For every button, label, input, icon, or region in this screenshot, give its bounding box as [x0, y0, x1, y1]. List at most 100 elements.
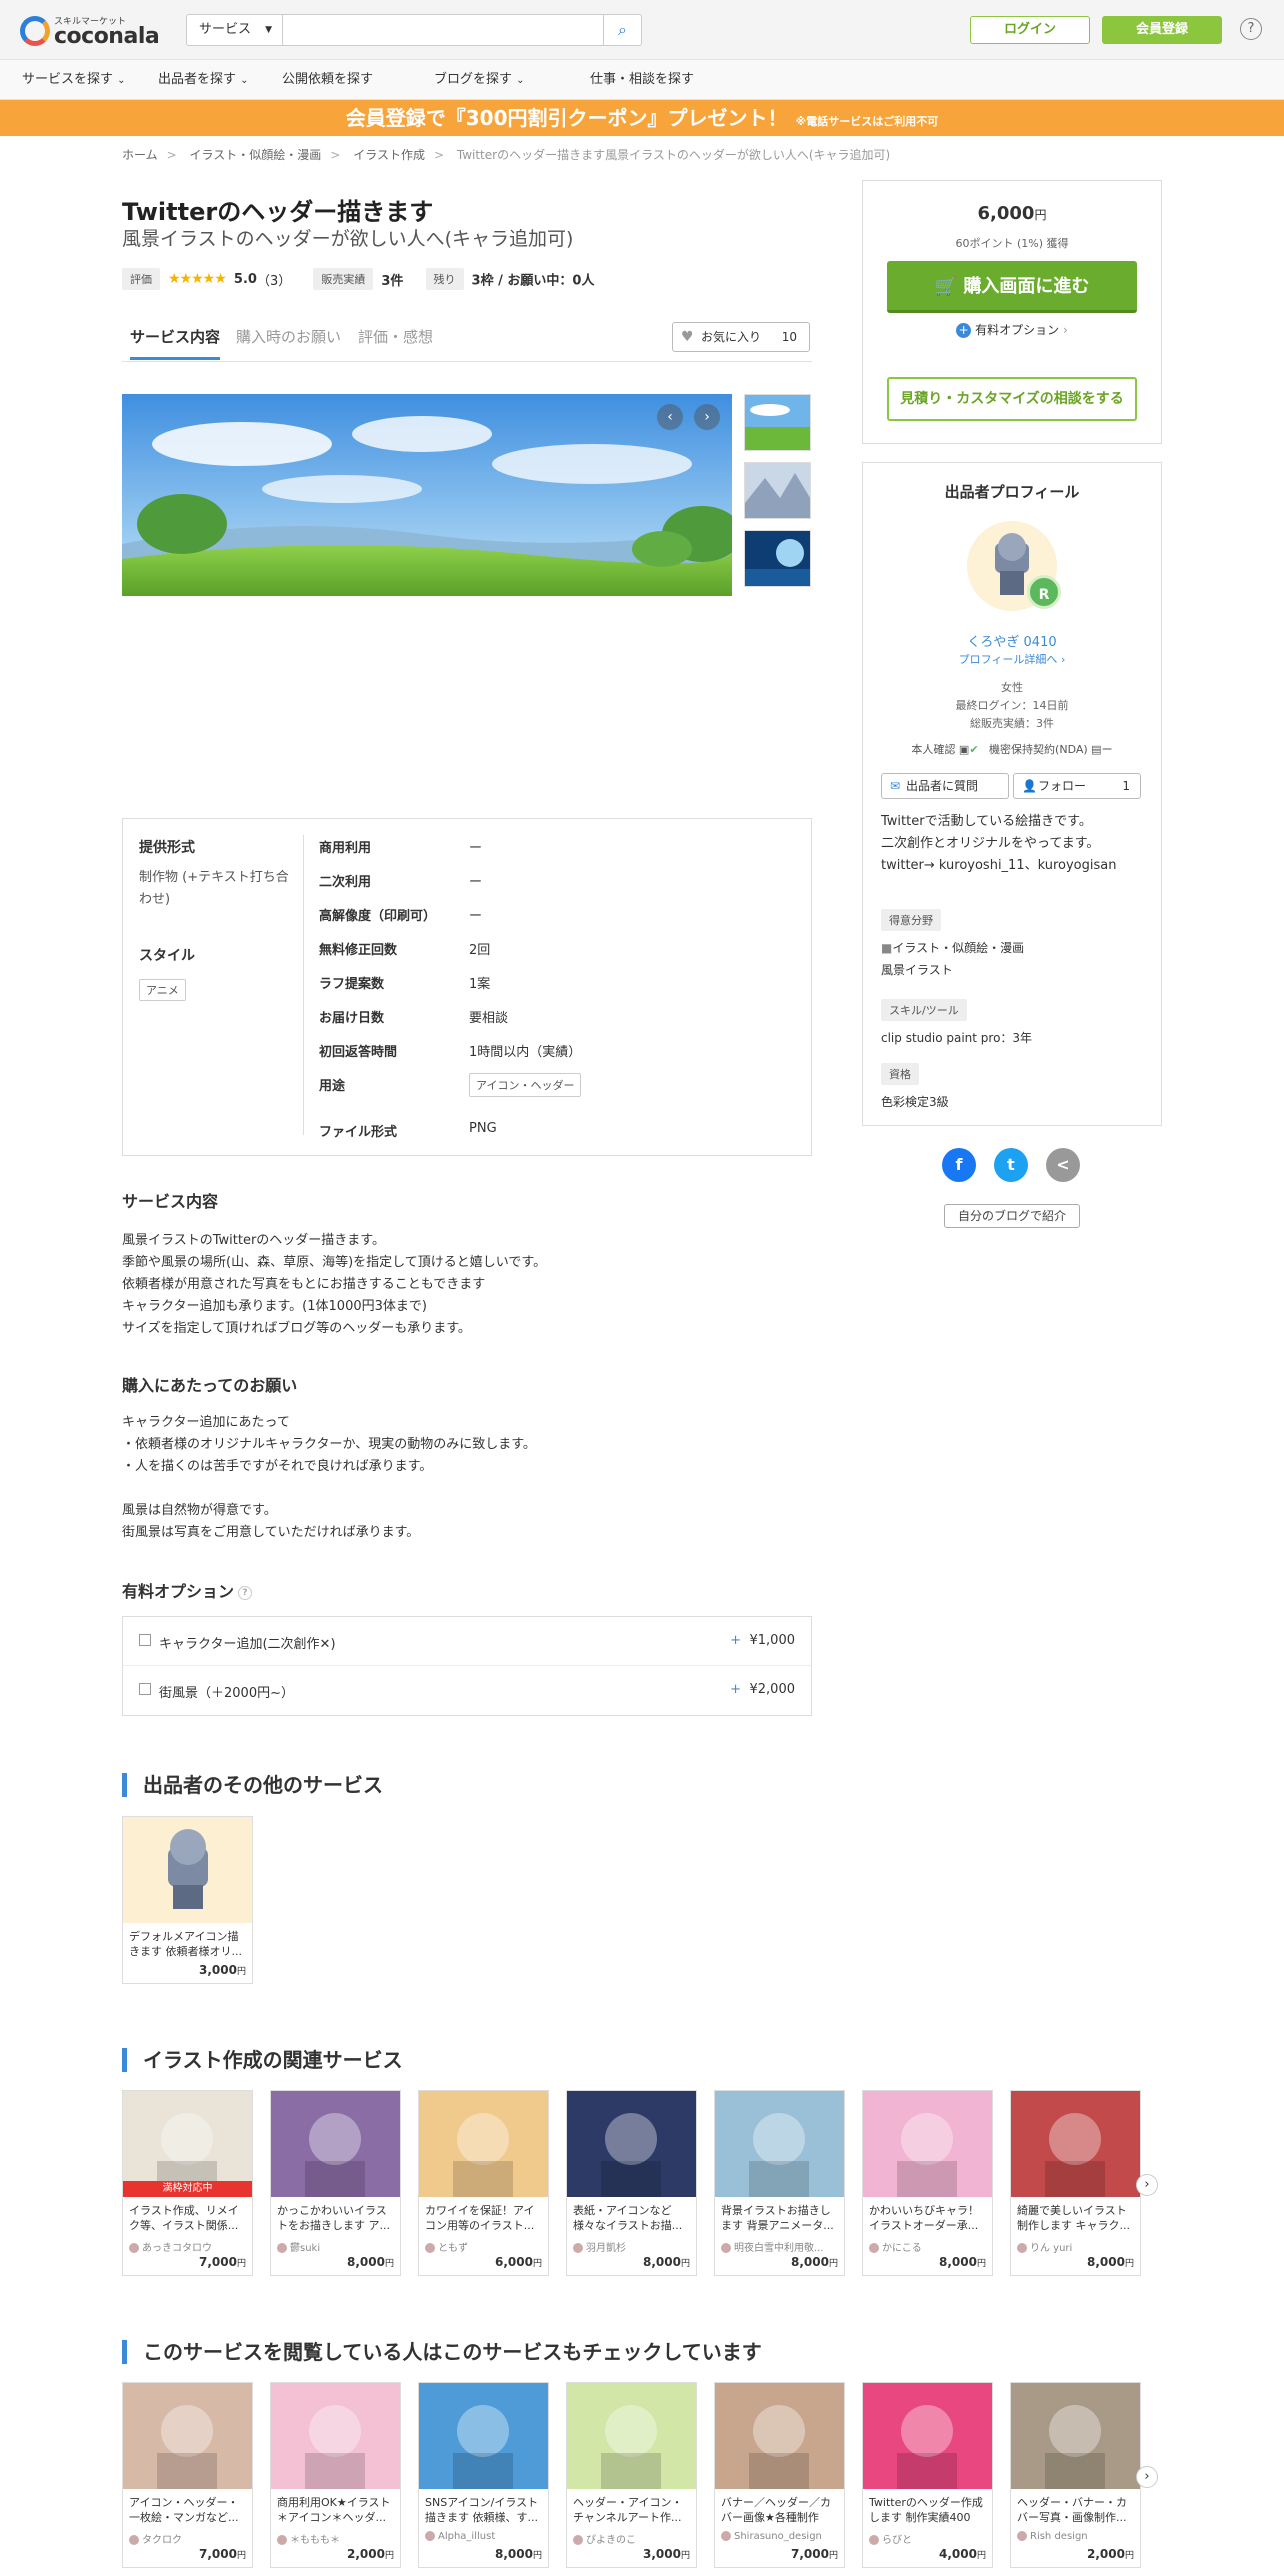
follow-button[interactable]: 👤 フォロー 1 [1013, 773, 1141, 799]
service-card[interactable]: かわいいちびキャラ！イラストオーダー承... かにこる 8,000円 [862, 2090, 993, 2276]
search-bar: サービス ▼ ⌕ [186, 14, 642, 46]
share-buttons: f t < [942, 1148, 1082, 1184]
nda-value: ー [1101, 743, 1113, 756]
card-seller: らびと [863, 2527, 992, 2545]
service-card[interactable]: Twitterのヘッダー作成します 制作実績400件...らびと4,000円 [862, 2382, 993, 2568]
ask-seller-button[interactable]: ✉ 出品者に質問 [881, 773, 1009, 799]
service-card[interactable]: デフォルメアイコン描きます 依頼者様オリ... 3,000円 [122, 1816, 253, 1984]
card-seller-name: ＊ももも＊ [290, 2535, 340, 2545]
card-seller: ぴよきのこ [567, 2527, 696, 2545]
service-card[interactable]: 商用利用OK★イラスト＊アイコン＊ヘッダ... ＊ももも＊ 2,000円 [270, 2382, 401, 2568]
help-icon[interactable]: ? [1240, 18, 1262, 40]
service-card[interactable]: バナー／ヘッダー／カバー画像★各種制作致... Shirasuno_design 7… [714, 2382, 845, 2568]
nda-label: 機密保持契約(NDA) [989, 743, 1088, 756]
service-card[interactable]: 綺麗で美しいイラスト制作します キャラク... りん yuri 8,000円 [1010, 2090, 1141, 2276]
option-checkbox[interactable] [139, 1634, 151, 1646]
card-seller: ＊ももも＊ [271, 2527, 400, 2545]
nav-find-services[interactable]: サービスを探す ⌄ [22, 60, 126, 100]
specialty-value[interactable]: ■イラスト・似顔絵・漫画 [881, 939, 1024, 956]
nav-find-jobs[interactable]: 仕事・相談を探す [590, 60, 694, 100]
register-button[interactable]: 会員登録 [1102, 16, 1222, 44]
search-input[interactable] [283, 15, 603, 45]
sales-label: 販売実績 [313, 268, 374, 290]
option-label: キャラクター追加(二次創作✕) [159, 1637, 336, 1652]
buy-button[interactable]: 🛒 購入画面に進む [887, 261, 1137, 313]
usage-tag[interactable]: アイコン・ヘッダー [469, 1073, 582, 1097]
search-category-select[interactable]: サービス ▼ [187, 15, 283, 45]
facebook-share-icon[interactable]: f [942, 1148, 976, 1182]
thumbnail-3[interactable] [744, 530, 811, 587]
service-card[interactable]: 表紙・アイコンなど様々なイラストお描... 羽月凱杉 8,000円 [566, 2090, 697, 2276]
breadcrumb-illust[interactable]: イラスト・似顔絵・漫画 [190, 148, 322, 162]
seller-name[interactable]: くろやぎ 0410 [863, 631, 1161, 650]
login-button[interactable]: ログイン [970, 16, 1090, 44]
breadcrumb-illust-create[interactable]: イラスト作成 [353, 148, 425, 162]
favorite-label: お気に入り [701, 330, 762, 344]
bio-line: Twitterで活動している絵描きです。 [881, 814, 1092, 829]
card-thumbnail [419, 2383, 548, 2489]
blog-intro-button[interactable]: 自分のブログで紹介 [944, 1204, 1080, 1228]
profile-detail-link[interactable]: プロフィール詳細へ › [863, 651, 1161, 667]
rating-count[interactable]: （3） [257, 274, 291, 289]
card-thumbnail [1011, 2383, 1140, 2489]
nav-find-sellers[interactable]: 出品者を探す ⌄ [158, 60, 249, 100]
favorite-button[interactable]: ♥ お気に入り 10 [672, 322, 810, 352]
global-nav: サービスを探す ⌄ 出品者を探す ⌄ 公開依頼を探す ブログを探す ⌄ 仕事・相… [0, 60, 1284, 100]
question-icon[interactable]: ? [238, 1585, 253, 1600]
card-price-unit: 円 [384, 2259, 394, 2269]
prev-image-button[interactable]: ‹ [657, 404, 683, 430]
request-line: ・人を描くのは苦手ですがそれで良ければ承ります。 [122, 1459, 433, 1474]
thumbnail-1[interactable] [744, 394, 811, 451]
card-thumbnail [567, 2383, 696, 2489]
next-image-button[interactable]: › [694, 404, 720, 430]
service-card[interactable]: かっこかわいいイラストをお描きします ア... 鬱suki 8,000円 [270, 2090, 401, 2276]
share-other-icon[interactable]: < [1046, 1148, 1080, 1182]
tab-reviews[interactable]: 評価・感想 [358, 326, 433, 357]
tab-service-content[interactable]: サービス内容 [130, 326, 221, 360]
related-next-button[interactable]: › [1136, 2174, 1158, 2196]
nav-find-blogs[interactable]: ブログを探す ⌄ [434, 60, 525, 100]
option-cityscape[interactable]: 街風景（＋2000円~） + ¥2,000 [123, 1666, 811, 1715]
purchase-box: 6,000円 60ポイント (1%) 獲得 🛒 購入画面に進む + 有料オプション… [862, 180, 1162, 444]
spec-divider [303, 835, 304, 1135]
tab-purchase-request[interactable]: 購入時のお願い [236, 326, 341, 357]
viewed-next-button[interactable]: › [1136, 2466, 1158, 2488]
spec-value: 2回 [469, 943, 491, 958]
paid-option-link[interactable]: + 有料オプション › [863, 321, 1161, 338]
thumbnail-2[interactable] [744, 462, 811, 519]
option-checkbox[interactable] [139, 1683, 151, 1695]
service-card[interactable]: SNSアイコン/イラスト描きます 依頼様、す... Alpha_illust 8,0… [418, 2382, 549, 2568]
service-card[interactable]: カワイイを保証！アイコン用等のイラスト... ともず 6,000円 [418, 2090, 549, 2276]
service-card[interactable]: 背景イラストお描きします 背景アニメータ... 明夜白雪中利用敬... 8,000円 [714, 2090, 845, 2276]
twitter-share-icon[interactable]: t [994, 1148, 1028, 1182]
card-price: 2,000円 [271, 2545, 400, 2567]
card-title: カワイイを保証！アイコン用等のイラスト... [425, 2204, 535, 2232]
spec-value: ー [469, 875, 483, 890]
nav-label: 出品者を探す [158, 72, 237, 87]
profile-detail-label: プロフィール詳細へ [958, 653, 1058, 666]
service-card[interactable]: アイコン・ヘッダー・一枚絵・マンガなど... タクロク 7,000円 [122, 2382, 253, 2568]
coupon-banner[interactable]: 会員登録で『300円割引クーポン』プレゼント！ ※電話サービスはご利用不可 [0, 100, 1284, 136]
breadcrumb-home[interactable]: ホーム [122, 148, 158, 162]
seller-avatar-icon [129, 2243, 139, 2253]
header: スキルマーケット coconala サービス ▼ ⌕ ログイン 会員登録 ? [0, 0, 1284, 60]
option-character[interactable]: キャラクター追加(二次創作✕) + ¥1,000 [123, 1617, 811, 1666]
coconala-logo[interactable]: スキルマーケット coconala [20, 14, 170, 49]
specialty-value-2[interactable]: 風景イラスト [881, 961, 953, 978]
nav-find-requests[interactable]: 公開依頼を探す [282, 60, 373, 100]
card-seller: りん yuri [1011, 2235, 1140, 2253]
card-price-unit: 円 [828, 2259, 838, 2269]
consult-button[interactable]: 見積り・カスタマイズの相談をする [887, 377, 1137, 421]
style-tag[interactable]: アニメ [139, 979, 186, 1001]
service-card[interactable]: ヘッダー・アイコン・チャンネルアート作... ぴよきのこ 3,000円 [566, 2382, 697, 2568]
service-card[interactable]: 満枠対応中 イラスト作成、リメイク等、イラスト関係... あっきコタロウ 7,000円 [122, 2090, 253, 2276]
document-icon: ▤ [1091, 743, 1102, 756]
search-button[interactable]: ⌕ [603, 15, 641, 45]
service-spec-table: 提供形式 制作物 (+テキスト打ち合わせ) スタイル アニメ 商用利用ー 二次利… [122, 818, 812, 1156]
main-service-image[interactable]: ‹ › [122, 394, 732, 596]
favorite-count: 10 [781, 330, 797, 344]
service-card[interactable]: ヘッダー・バナー・カバー写真・画像制作... Rish design 2,000円 [1010, 2382, 1141, 2568]
card-price-unit: 円 [680, 2259, 690, 2269]
card-seller-name: Alpha_illust [438, 2531, 496, 2542]
card-illustration [749, 2113, 809, 2197]
